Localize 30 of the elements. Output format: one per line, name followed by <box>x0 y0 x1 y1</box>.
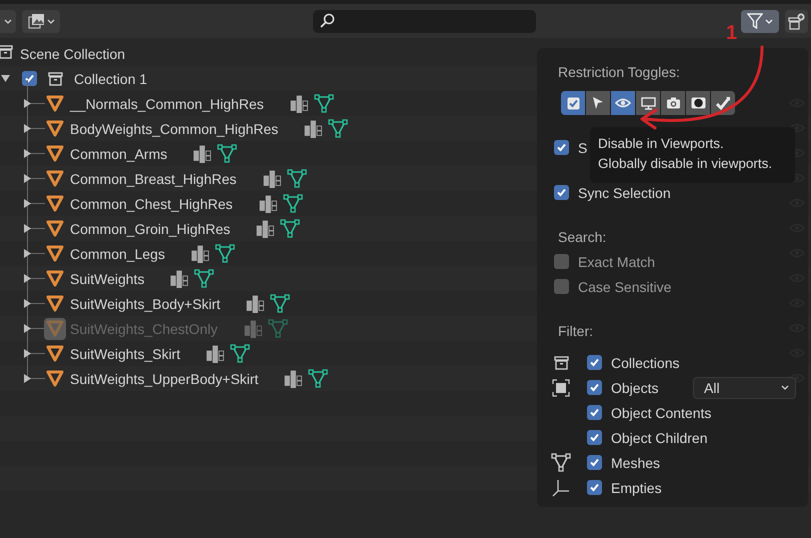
object-label[interactable]: SuitWeights_UpperBody+Skirt <box>70 370 258 386</box>
option-label: Objects <box>611 380 658 396</box>
section-title: Restriction Toggles: <box>557 63 681 82</box>
object-label[interactable]: Common_Legs <box>70 246 165 262</box>
option-label: Empties <box>611 480 662 496</box>
annotation-number: 1 <box>726 22 738 45</box>
option-label: Object Children <box>611 430 708 446</box>
object-label[interactable]: SuitWeights_Body+Skirt <box>70 296 220 312</box>
object-label[interactable]: SuitWeights_Skirt <box>70 346 180 362</box>
collection-label[interactable]: Collection 1 <box>74 70 148 86</box>
option-label: S <box>578 140 588 156</box>
object-label[interactable]: Common_Groin_HighRes <box>70 220 230 236</box>
object-label[interactable]: __Normals_Common_HighRes <box>70 96 264 112</box>
section-title: Search: <box>557 228 608 247</box>
object-label[interactable]: Common_Breast_HighRes <box>70 170 237 186</box>
option-label: Object Contents <box>611 404 712 420</box>
option-label: Collections <box>611 354 680 370</box>
option-label: Case Sensitive <box>578 278 672 294</box>
section-title: Filter: <box>557 322 594 341</box>
option-label: Exact Match <box>578 254 656 270</box>
collection-label[interactable]: Scene Collection <box>20 46 126 62</box>
object-label[interactable]: Common_Chest_HighRes <box>70 196 233 212</box>
option-label: Meshes <box>611 454 660 470</box>
tooltip-text: Disable in Viewports. <box>598 135 725 153</box>
option-label: Sync Selection <box>578 184 671 200</box>
object-label[interactable]: SuitWeights <box>70 270 144 286</box>
object-label[interactable]: BodyWeights_Common_HighRes <box>70 120 278 136</box>
tooltip-text: Globally disable in viewports. <box>598 155 774 173</box>
object-label[interactable]: Common_Arms <box>70 146 168 162</box>
object-type-dropdown[interactable]: All <box>693 376 796 398</box>
